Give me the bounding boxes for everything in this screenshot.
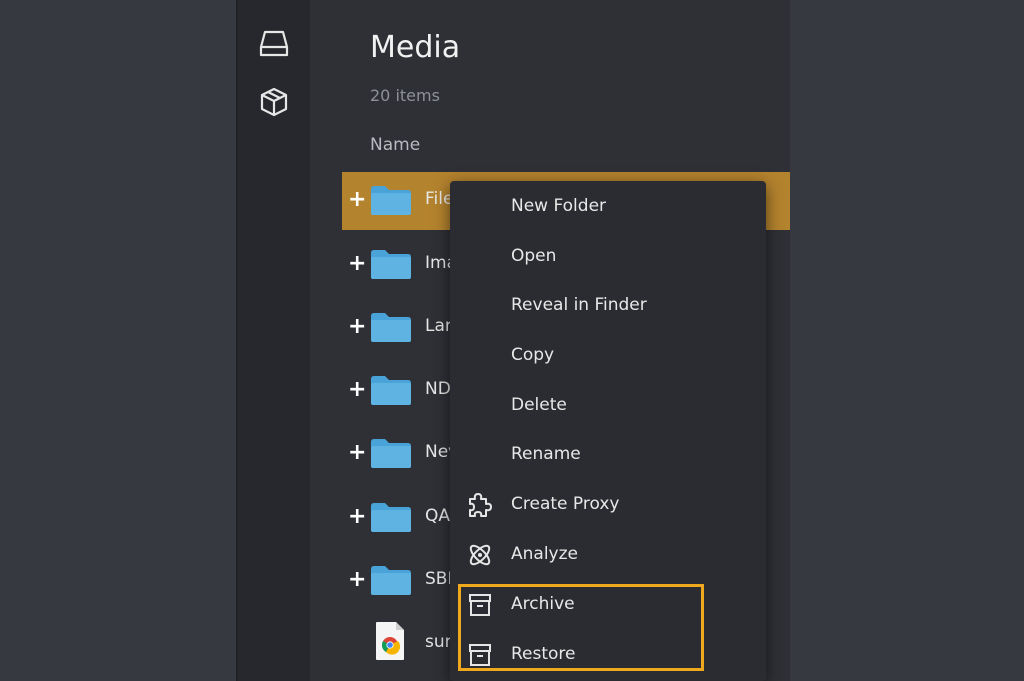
puzzle-icon <box>469 493 492 517</box>
menu-item-label: Open <box>511 246 557 266</box>
menu-item-analyze[interactable]: Analyze <box>450 531 766 579</box>
menu-item-label: Delete <box>511 395 567 415</box>
context-menu: New Folder Open Reveal in Finder Copy De… <box>450 181 766 681</box>
menu-item-rename[interactable]: Rename <box>450 431 766 479</box>
package-icon[interactable] <box>258 86 290 118</box>
item-count: 20 items <box>370 86 440 105</box>
menu-item-restore[interactable]: Restore <box>450 631 766 679</box>
folder-icon <box>371 376 411 405</box>
menu-item-label: Rename <box>511 444 581 464</box>
menu-item-label: Restore <box>511 644 576 664</box>
menu-item-archive[interactable]: Archive <box>450 581 766 629</box>
menu-item-reveal-in-finder[interactable]: Reveal in Finder <box>450 282 766 330</box>
expand-icon[interactable]: + <box>348 186 366 214</box>
archive-box-icon <box>469 644 491 666</box>
folder-icon <box>371 313 411 342</box>
expand-icon[interactable]: + <box>348 439 366 467</box>
folder-icon <box>371 250 411 279</box>
expand-icon[interactable]: + <box>348 566 366 594</box>
menu-item-label: Analyze <box>511 544 578 564</box>
archive-box-icon <box>469 594 491 616</box>
menu-item-copy[interactable]: Copy <box>450 332 766 380</box>
menu-item-open[interactable]: Open <box>450 233 766 281</box>
row-name: SBI <box>425 569 453 589</box>
menu-item-label: Archive <box>511 594 575 614</box>
menu-item-label: Create Proxy <box>511 494 620 514</box>
expand-icon[interactable]: + <box>348 503 366 531</box>
row-name: QA <box>425 506 451 526</box>
menu-item-label: Reveal in Finder <box>511 295 647 315</box>
folder-icon <box>371 186 411 215</box>
row-name: Lar <box>425 316 452 336</box>
chrome-file-icon <box>376 622 404 660</box>
column-header-name[interactable]: Name <box>370 135 420 155</box>
menu-item-new-folder[interactable]: New Folder <box>450 183 766 231</box>
folder-icon <box>371 503 411 532</box>
row-name: ND <box>425 379 451 399</box>
atom-icon <box>469 544 491 566</box>
row-name: sur <box>425 632 452 652</box>
sidebar <box>238 0 310 681</box>
page-title: Media <box>370 30 461 65</box>
expand-icon[interactable]: + <box>348 313 366 341</box>
expand-icon[interactable]: + <box>348 250 366 278</box>
drive-icon[interactable] <box>258 28 290 60</box>
menu-item-create-proxy[interactable]: Create Proxy <box>450 481 766 529</box>
folder-icon <box>371 566 411 595</box>
menu-item-label: Copy <box>511 345 555 365</box>
screen: Media 20 items Name + File + Ima + Lar + <box>0 0 1024 681</box>
folder-icon <box>371 439 411 468</box>
expand-icon[interactable]: + <box>348 376 366 404</box>
menu-item-label: New Folder <box>511 196 607 216</box>
menu-item-delete[interactable]: Delete <box>450 382 766 430</box>
